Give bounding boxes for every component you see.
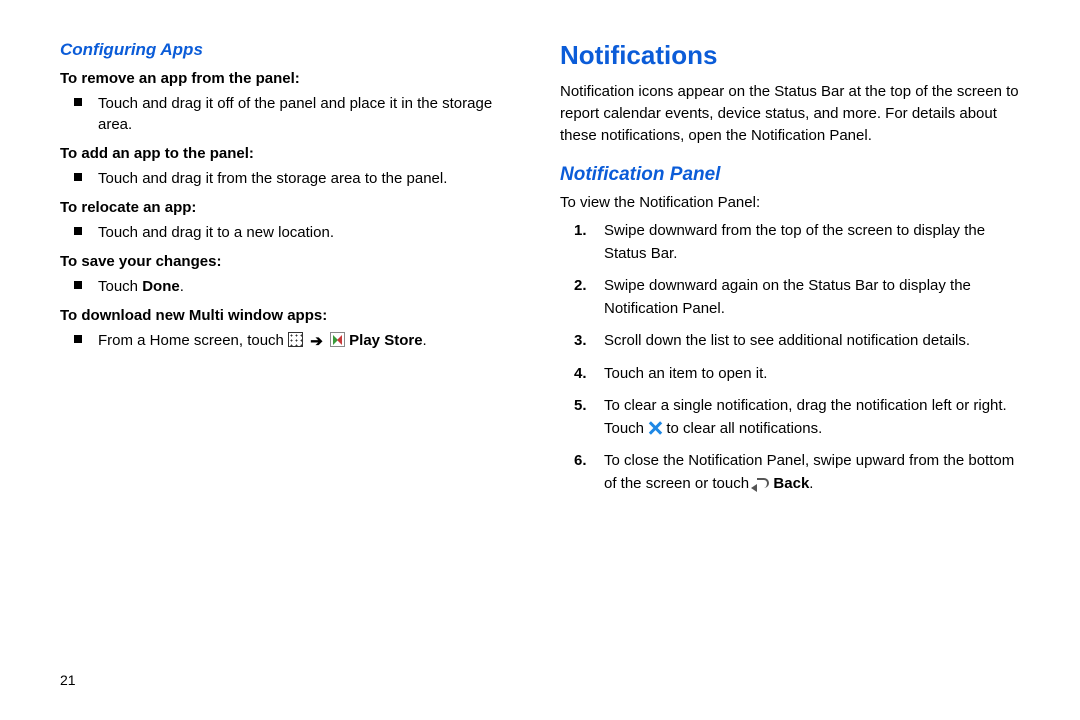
arrow-icon: ➔ [310, 331, 323, 352]
text-part: From a Home screen, touch [98, 332, 288, 349]
step-number: 4. [560, 363, 604, 386]
relocate-app-bullet: Touch and drag it to a new location. [74, 222, 520, 243]
download-apps-bullet: From a Home screen, touch ➔ Play Store. [74, 330, 520, 352]
text-part: . [423, 332, 427, 349]
add-app-bullet: Touch and drag it from the storage area … [74, 168, 520, 189]
step-text: Swipe downward again on the Status Bar t… [604, 275, 1020, 320]
notification-panel-lead: To view the Notification Panel: [560, 192, 1020, 214]
text-part: . [180, 278, 184, 295]
configuring-apps-heading: Configuring Apps [60, 40, 520, 60]
bullet-icon [74, 281, 82, 289]
play-store-label: Play Store [345, 332, 423, 349]
step-4: 4. Touch an item to open it. [560, 363, 1020, 386]
step-5: 5. To clear a single notification, drag … [560, 395, 1020, 440]
steps-list: 1. Swipe downward from the top of the sc… [560, 220, 1020, 495]
text-part: . [809, 475, 813, 492]
step-text: To close the Notification Panel, swipe u… [604, 450, 1020, 495]
apps-grid-icon [288, 332, 303, 347]
add-app-text: Touch and drag it from the storage area … [98, 168, 447, 189]
add-app-title: To add an app to the panel: [60, 145, 520, 162]
notifications-intro: Notification icons appear on the Status … [560, 81, 1020, 146]
step-text: Touch an item to open it. [604, 363, 1020, 386]
back-label: Back [769, 475, 809, 492]
bullet-icon [74, 335, 82, 343]
step-number: 2. [560, 275, 604, 320]
bullet-icon [74, 227, 82, 235]
back-icon [753, 476, 769, 490]
step-number: 5. [560, 395, 604, 440]
step-2: 2. Swipe downward again on the Status Ba… [560, 275, 1020, 320]
step-text: To clear a single notification, drag the… [604, 395, 1020, 440]
step-text: Scroll down the list to see additional n… [604, 330, 1020, 353]
step-number: 3. [560, 330, 604, 353]
step-number: 1. [560, 220, 604, 265]
notifications-heading: Notifications [560, 40, 1020, 71]
right-column: Notifications Notification icons appear … [540, 40, 1020, 700]
page-number: 21 [60, 672, 76, 688]
save-changes-bullet: Touch Done. [74, 276, 520, 297]
remove-app-text: Touch and drag it off of the panel and p… [98, 93, 520, 135]
step-6: 6. To close the Notification Panel, swip… [560, 450, 1020, 495]
manual-page: Configuring Apps To remove an app from t… [0, 0, 1080, 720]
notification-panel-heading: Notification Panel [560, 164, 1020, 186]
left-column: Configuring Apps To remove an app from t… [60, 40, 540, 700]
download-apps-text: From a Home screen, touch ➔ Play Store. [98, 330, 427, 352]
remove-app-bullet: Touch and drag it off of the panel and p… [74, 93, 520, 135]
save-changes-title: To save your changes: [60, 253, 520, 270]
relocate-app-text: Touch and drag it to a new location. [98, 222, 334, 243]
bullet-icon [74, 98, 82, 106]
step-text: Swipe downward from the top of the scree… [604, 220, 1020, 265]
bullet-icon [74, 173, 82, 181]
text-part: to clear all notifications. [662, 420, 822, 437]
done-label: Done [142, 278, 180, 295]
step-number: 6. [560, 450, 604, 495]
text-part: Touch [98, 278, 142, 295]
play-store-icon [330, 332, 345, 347]
download-apps-title: To download new Multi window apps: [60, 307, 520, 324]
step-1: 1. Swipe downward from the top of the sc… [560, 220, 1020, 265]
save-changes-text: Touch Done. [98, 276, 184, 297]
step-3: 3. Scroll down the list to see additiona… [560, 330, 1020, 353]
remove-app-title: To remove an app from the panel: [60, 70, 520, 87]
clear-all-x-icon [648, 421, 662, 435]
relocate-app-title: To relocate an app: [60, 199, 520, 216]
